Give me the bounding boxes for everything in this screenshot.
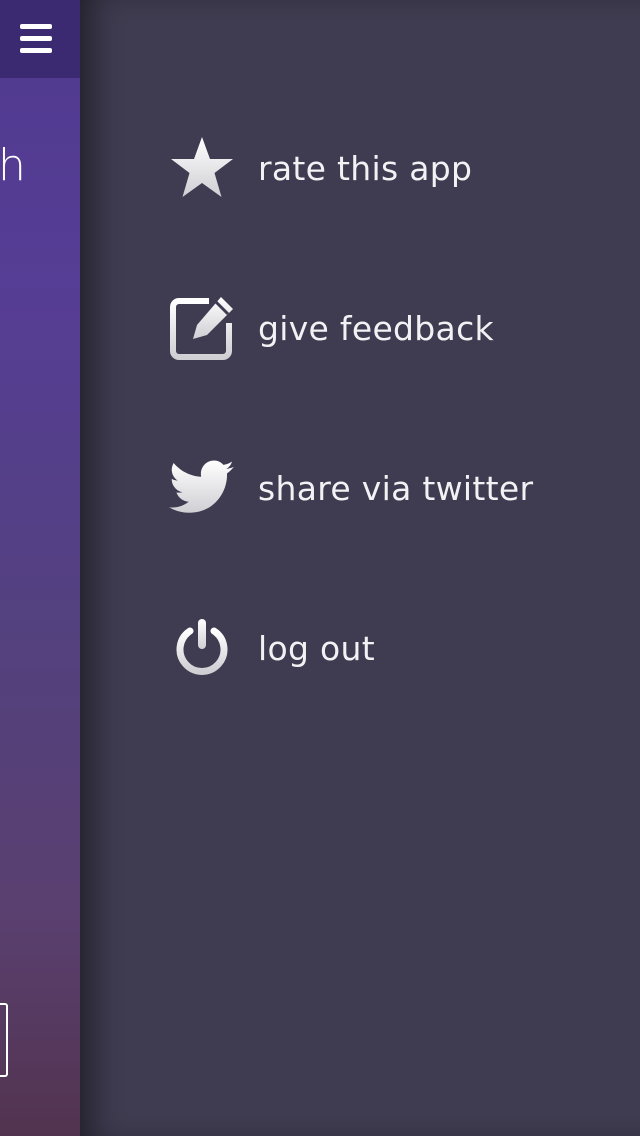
hamburger-line [20,36,52,41]
menu-item-label: share via twitter [258,468,534,508]
menu-item-give-feedback[interactable]: give feedback [168,288,608,368]
side-menu: rate this app give feedback share via tw… [80,0,640,1136]
screen: h rate this app give feedback share via … [0,0,640,1136]
menu-item-log-out[interactable]: log out [168,608,608,688]
twitter-bird-icon [168,454,236,522]
star-icon [168,134,236,202]
power-icon [168,614,236,682]
menu-item-share-twitter[interactable]: share via twitter [168,448,608,528]
menu-item-label: rate this app [258,148,473,188]
main-button-fragment[interactable] [0,1003,8,1077]
menu-toggle-icon[interactable] [18,22,54,56]
menu-item-rate-app[interactable]: rate this app [168,128,608,208]
menu-item-label: give feedback [258,308,494,348]
menu-item-label: log out [258,628,375,668]
main-view-peek[interactable]: h [0,0,80,1136]
main-heading-fragment: h [0,140,26,191]
edit-icon [168,294,236,362]
hamburger-line [20,24,52,29]
hamburger-line [20,48,52,53]
main-top-bar [0,0,80,78]
